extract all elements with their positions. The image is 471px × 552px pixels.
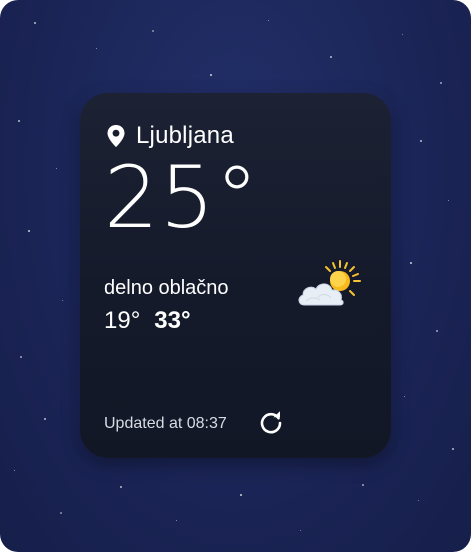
last-updated-text: Updated at 08:37 bbox=[104, 415, 227, 432]
partly-cloudy-icon bbox=[298, 260, 361, 306]
location-row: Ljubljana bbox=[106, 121, 234, 151]
location-pin-icon bbox=[107, 125, 125, 147]
max-temperature: 33° bbox=[154, 307, 191, 334]
refresh-icon[interactable] bbox=[258, 410, 284, 436]
weather-widget-card[interactable]: Ljubljana 25° delno oblačno 19° 33° Upda… bbox=[80, 93, 391, 458]
min-temperature: 19° bbox=[104, 307, 141, 334]
weather-condition: delno oblačno bbox=[104, 277, 229, 299]
widget-screen: Ljubljana 25° delno oblačno 19° 33° Upda… bbox=[0, 0, 471, 552]
city-name: Ljubljana bbox=[136, 122, 234, 149]
temperature-range: 19° 33° bbox=[104, 307, 191, 335]
current-temperature: 25° bbox=[104, 148, 260, 248]
